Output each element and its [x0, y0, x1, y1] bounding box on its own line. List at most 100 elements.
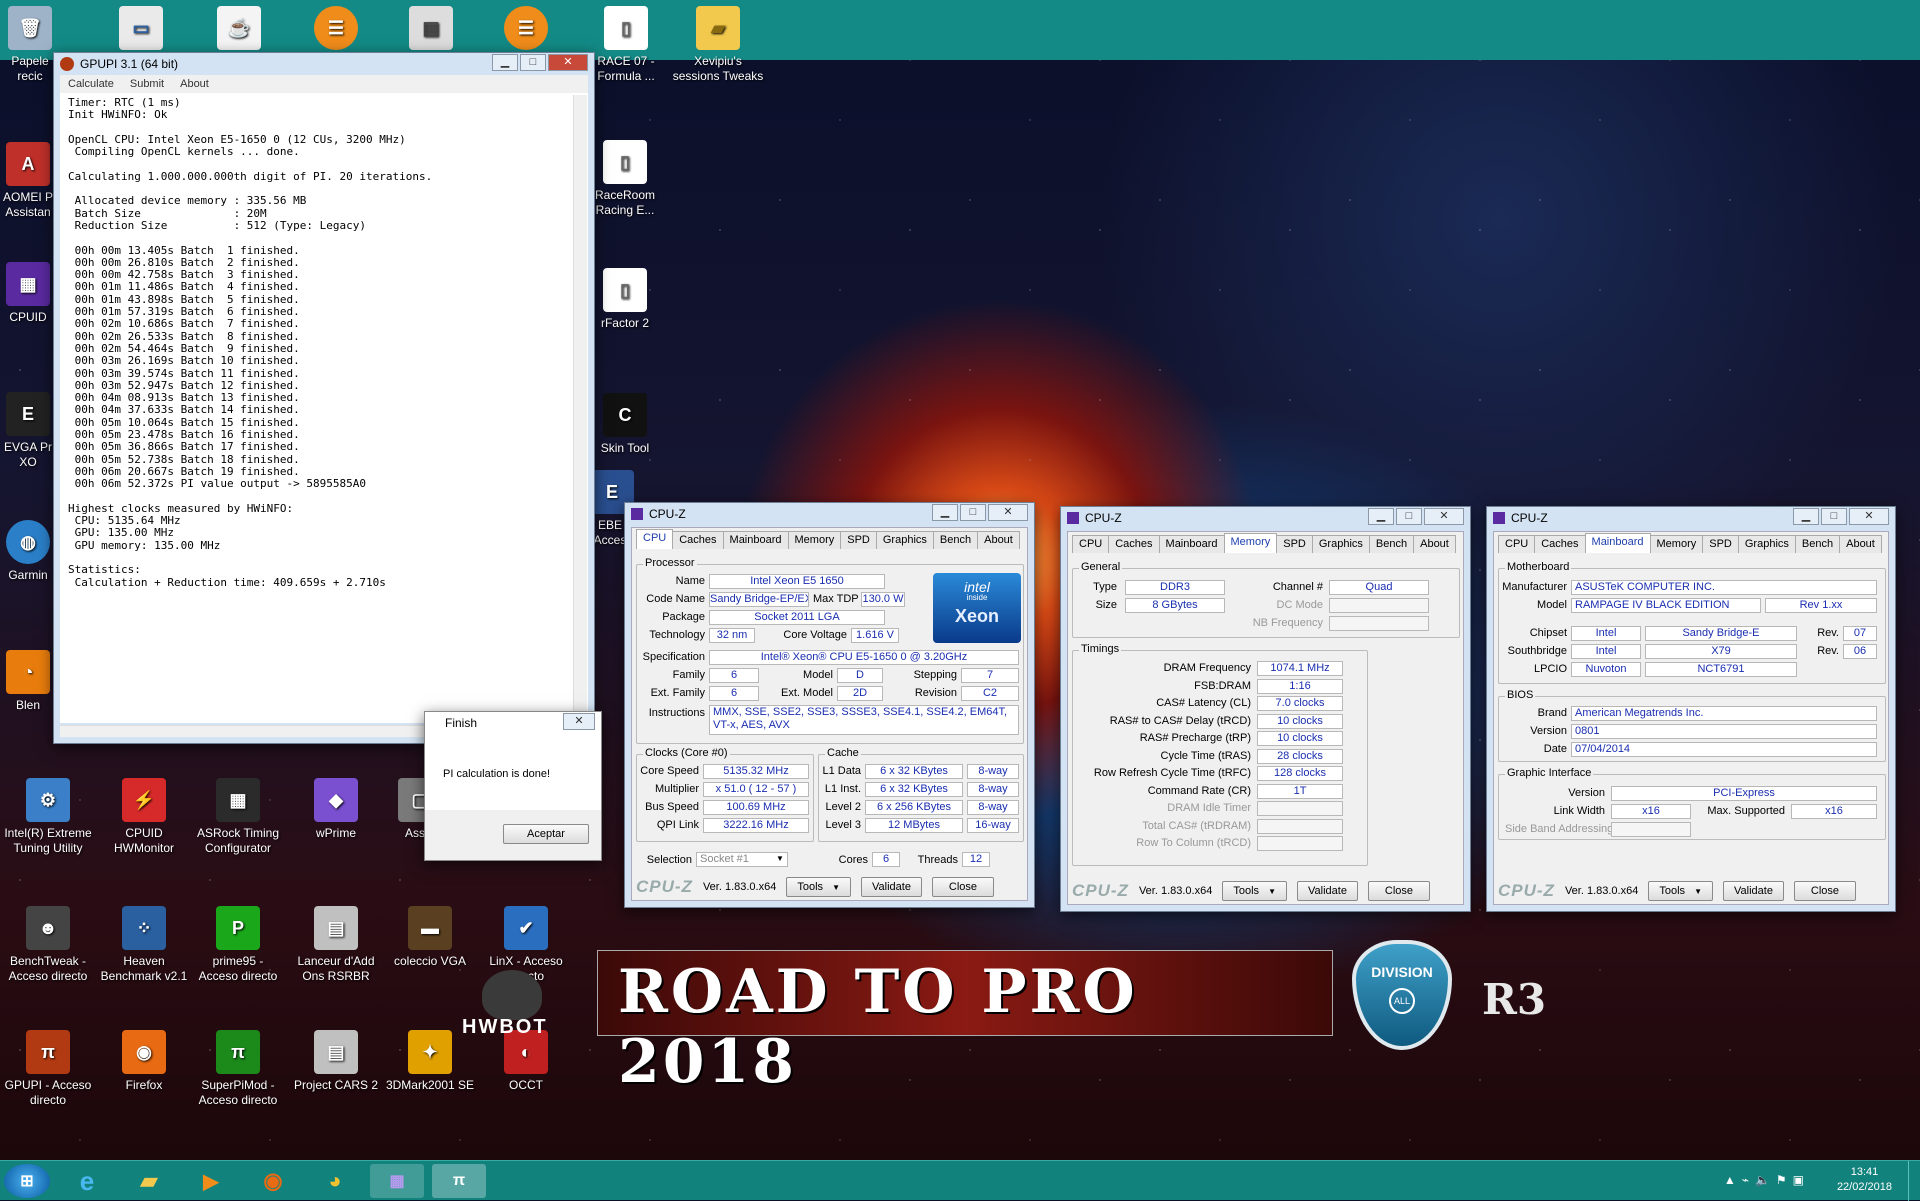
finish-dialog[interactable]: Finish ✕ PI calculation is done! Aceptar — [424, 711, 602, 861]
gpupi-window[interactable]: GPUPI 3.1 (64 bit) ▁ □ ✕ Calculate Submit … — [53, 52, 595, 744]
tab-graphics[interactable]: Graphics — [875, 531, 934, 549]
tab-cpu[interactable]: CPU — [1498, 535, 1536, 553]
tools-button[interactable]: Tools ▼ — [1648, 881, 1714, 901]
validate-button[interactable]: Validate — [1723, 881, 1784, 901]
desktop-icon[interactable]: ▤ Lanceur d'Add Ons RSRBR — [290, 906, 382, 984]
start-button[interactable]: ⊞ — [4, 1164, 50, 1198]
media-player-icon[interactable]: ▶ — [184, 1164, 238, 1198]
tab-cpu[interactable]: CPU — [1072, 535, 1110, 553]
tab-caches[interactable]: Caches — [672, 531, 724, 549]
desktop-icon[interactable]: ▦ ASRock Timing Configurator — [192, 778, 284, 856]
validate-button[interactable]: Validate — [861, 877, 922, 897]
desktop-icon-garmin[interactable]: ◍ Garmin — [0, 520, 56, 583]
cpuz-window-memory[interactable]: CPU-Z ▁ □ ✕ CPU Caches Mainboard Memory SPD Gra… — [1060, 506, 1471, 912]
tab-spd[interactable]: SPD — [1702, 535, 1739, 553]
show-desktop-button[interactable] — [1908, 1161, 1920, 1201]
tab-about[interactable]: About — [977, 531, 1020, 549]
tab-mainboard[interactable]: Mainboard — [1584, 533, 1651, 553]
minimize-button[interactable]: ▁ — [1368, 508, 1394, 525]
close-app-button[interactable]: Close — [1367, 881, 1430, 901]
flag-icon[interactable]: ⚑ — [1776, 1173, 1793, 1187]
tab-caches[interactable]: Caches — [1108, 535, 1160, 553]
tab-memory[interactable]: Memory — [1223, 533, 1278, 553]
finish-titlebar[interactable]: Finish ✕ — [425, 712, 601, 734]
tab-about[interactable]: About — [1839, 535, 1882, 553]
tab-spd[interactable]: SPD — [840, 531, 877, 549]
ie-icon[interactable]: e — [60, 1164, 114, 1198]
tab-cpu[interactable]: CPU — [636, 529, 674, 549]
cpuz-window-mainboard[interactable]: CPU-Z ▁ □ ✕ CPU Caches Mainboard Memory SPD Gra… — [1486, 506, 1896, 912]
cpuz-taskbar-icon[interactable]: ▦ — [370, 1164, 424, 1198]
desktop-icon-raceroom[interactable]: ▯ RaceRoom Racing E... — [590, 140, 660, 218]
cpuz-titlebar[interactable]: CPU-Z ▁ □ ✕ — [1487, 507, 1895, 529]
tab-bench[interactable]: Bench — [1368, 535, 1415, 553]
maximize-button[interactable]: □ — [960, 504, 986, 521]
desktop-icon-doc[interactable]: ▤ — [385, 6, 477, 54]
desktop-icon-skintool[interactable]: C Skin Tool — [590, 393, 660, 456]
tab-bench[interactable]: Bench — [1794, 535, 1841, 553]
desktop-icon[interactable]: π SuperPiMod - Acceso directo — [192, 1030, 284, 1108]
selection-dropdown[interactable]: Socket #1 — [696, 852, 788, 867]
close-app-button[interactable]: Close — [931, 877, 994, 897]
desktop-icon[interactable]: ⚙ Intel(R) Extreme Tuning Utility — [2, 778, 94, 856]
desktop-icon-recycle-bin[interactable]: 🗑 Papele recic — [0, 6, 60, 84]
desktop-icon[interactable]: ⚡ CPUID HWMonitor — [98, 778, 190, 856]
desktop-icon[interactable]: ◆ wPrime — [290, 778, 382, 841]
desktop-icon-window[interactable]: ▭ — [95, 6, 187, 54]
maximize-button[interactable]: □ — [520, 54, 546, 71]
chrome-icon[interactable]: ◕ — [308, 1164, 362, 1198]
desktop-icon-cpuid[interactable]: ▦ CPUID — [0, 262, 56, 325]
tab-memory[interactable]: Memory — [1649, 535, 1704, 553]
desktop-icon-java[interactable]: ☕ — [193, 6, 285, 54]
show-hidden-icons[interactable]: ▲ — [1724, 1173, 1742, 1187]
tab-mainboard[interactable]: Mainboard — [722, 531, 789, 549]
usb-icon[interactable]: ⌁ — [1742, 1173, 1755, 1187]
desktop-icon-blender[interactable]: ◔ Blen — [0, 650, 56, 713]
menu-about[interactable]: About — [180, 78, 209, 90]
clock[interactable]: 13:41 22/02/2018 — [1837, 1165, 1892, 1195]
desktop-icon-orange-2[interactable]: ☰ — [480, 6, 572, 54]
desktop-icon-rfactor[interactable]: ▯ rFactor 2 — [590, 268, 660, 331]
close-button[interactable]: ✕ — [988, 504, 1028, 521]
tools-button[interactable]: Tools ▼ — [786, 877, 852, 897]
tab-bench[interactable]: Bench — [932, 531, 979, 549]
cpuz-titlebar[interactable]: CPU-Z ▁ □ ✕ — [625, 503, 1034, 525]
explorer-icon[interactable]: ▰ — [122, 1164, 176, 1198]
gpupi-taskbar-icon[interactable]: π — [432, 1164, 486, 1198]
vertical-scrollbar[interactable] — [573, 95, 587, 725]
accept-button[interactable]: Aceptar — [503, 824, 589, 844]
desktop-icon-evga[interactable]: E EVGA Pr XO — [0, 392, 56, 470]
network-icon[interactable]: ▣ — [1793, 1173, 1810, 1187]
desktop-icon[interactable]: ▬ coleccio VGA — [384, 906, 476, 969]
speaker-icon[interactable]: 🔈 — [1755, 1173, 1776, 1187]
menu-calculate[interactable]: Calculate — [68, 78, 114, 90]
close-app-button[interactable]: Close — [1793, 881, 1856, 901]
close-button[interactable]: ✕ — [548, 54, 588, 71]
desktop-icon[interactable]: ▤ Project CARS 2 — [290, 1030, 382, 1093]
tab-caches[interactable]: Caches — [1534, 535, 1586, 553]
desktop-icon[interactable]: ☻ BenchTweak - Acceso directo — [2, 906, 94, 984]
tab-spd[interactable]: SPD — [1276, 535, 1313, 553]
maximize-button[interactable]: □ — [1396, 508, 1422, 525]
tools-button[interactable]: Tools ▼ — [1222, 881, 1288, 901]
tab-mainboard[interactable]: Mainboard — [1158, 535, 1225, 553]
close-button[interactable]: ✕ — [1849, 508, 1889, 525]
tab-memory[interactable]: Memory — [787, 531, 842, 549]
desktop-icon-aomei[interactable]: A AOMEI P Assistan — [0, 142, 56, 220]
close-button[interactable]: ✕ — [1424, 508, 1464, 525]
tab-about[interactable]: About — [1413, 535, 1456, 553]
minimize-button[interactable]: ▁ — [1793, 508, 1819, 525]
desktop-icon[interactable]: Pprime95 - Acceso directo — [192, 906, 284, 984]
validate-button[interactable]: Validate — [1297, 881, 1358, 901]
tab-graphics[interactable]: Graphics — [1311, 535, 1370, 553]
close-button[interactable]: ✕ — [563, 713, 595, 730]
desktop-icon-xevipiu[interactable]: ▰ Xevipiu's sessions Tweaks — [672, 6, 764, 84]
minimize-button[interactable]: ▁ — [492, 54, 518, 71]
desktop-icon[interactable]: ◉ Firefox — [98, 1030, 190, 1093]
desktop-icon[interactable]: π GPUPI - Acceso directo — [2, 1030, 94, 1108]
cpuz-window-cpu[interactable]: CPU-Z ▁ □ ✕ CPU Caches Mainboard Memory SPD Gra… — [624, 502, 1035, 908]
menu-submit[interactable]: Submit — [130, 78, 164, 90]
horizontal-scrollbar[interactable] — [60, 725, 474, 737]
minimize-button[interactable]: ▁ — [932, 504, 958, 521]
gpupi-titlebar[interactable]: GPUPI 3.1 (64 bit) ▁ □ ✕ — [54, 53, 594, 75]
